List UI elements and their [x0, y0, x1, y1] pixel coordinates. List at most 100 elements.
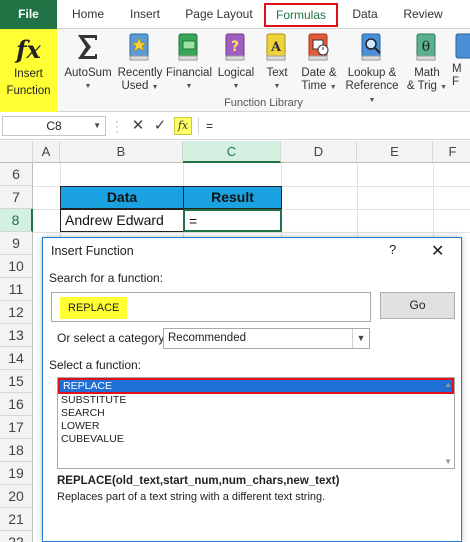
row-header[interactable]: 17: [0, 416, 33, 439]
column-header-b[interactable]: B: [60, 141, 183, 163]
lookup-reference-label-2: Reference: [345, 80, 399, 92]
tab-formulas[interactable]: Formulas: [264, 3, 338, 27]
category-label: Or select a category:: [57, 331, 168, 345]
logical-label: Logical: [217, 67, 255, 79]
chevron-down-icon[interactable]: ▼: [352, 329, 369, 348]
column-header-f[interactable]: F: [433, 141, 470, 163]
insert-function-button[interactable]: fx Insert Function: [0, 29, 57, 112]
row-header[interactable]: 18: [0, 439, 33, 462]
math-trig-label-1: Math: [414, 67, 440, 79]
row-header[interactable]: 19: [0, 462, 33, 485]
function-library-group-label: Function Library: [224, 97, 303, 109]
row-header[interactable]: 11: [0, 278, 33, 301]
cell-c8-active[interactable]: =: [183, 209, 282, 232]
row-header[interactable]: 20: [0, 485, 33, 508]
row-header[interactable]: 15: [0, 370, 33, 393]
row-header[interactable]: 9: [0, 232, 33, 255]
search-input-value: REPLACE: [60, 297, 128, 319]
autosum-button[interactable]: AutoSum ▼: [62, 31, 114, 93]
tab-page-layout[interactable]: Page Layout: [180, 0, 258, 29]
svg-text:A: A: [270, 40, 282, 55]
row-header[interactable]: 10: [0, 255, 33, 278]
row-header[interactable]: 6: [0, 163, 33, 186]
gridline: [33, 232, 470, 233]
lookup-reference-label-1: Lookup &: [347, 67, 397, 79]
tab-data[interactable]: Data: [344, 0, 386, 29]
search-label: Search for a function:: [49, 271, 164, 285]
row-header[interactable]: 12: [0, 301, 33, 324]
row-header[interactable]: 14: [0, 347, 33, 370]
cell-b8[interactable]: Andrew Edward: [60, 209, 184, 232]
row-header[interactable]: 7: [0, 186, 33, 209]
row-header[interactable]: 13: [0, 324, 33, 347]
list-item[interactable]: SEARCH: [58, 407, 454, 420]
tab-home[interactable]: Home: [62, 0, 114, 29]
scroll-up-icon[interactable]: ▲: [444, 380, 452, 389]
calendar-book-icon: [304, 31, 334, 63]
list-item[interactable]: LOWER: [58, 420, 454, 433]
search-input[interactable]: REPLACE: [51, 292, 371, 322]
name-box[interactable]: C8 ▼: [2, 116, 106, 136]
chevron-down-icon: ▼: [151, 84, 159, 91]
star-book-icon: [125, 31, 155, 63]
text-button[interactable]: A Text ▼: [260, 31, 294, 93]
row-header[interactable]: 8: [0, 209, 33, 232]
chevron-down-icon: ▼: [232, 83, 240, 90]
tab-insert[interactable]: Insert: [120, 0, 170, 29]
math-trig-label-2: & Trig: [406, 80, 437, 92]
category-select[interactable]: Recommended ▼: [163, 328, 370, 349]
row-header[interactable]: 21: [0, 508, 33, 531]
cancel-icon[interactable]: ✕: [130, 117, 146, 135]
list-item-selected[interactable]: REPLACE: [58, 378, 454, 394]
cell-c7-header[interactable]: Result: [183, 186, 282, 209]
svg-text:?: ?: [231, 39, 239, 55]
formula-input[interactable]: =: [198, 117, 466, 135]
cell-b7-header[interactable]: Data: [60, 186, 184, 209]
chevron-down-icon: ▼: [440, 84, 448, 91]
text-book-icon: A: [262, 31, 292, 63]
more-functions-button[interactable]: M F: [452, 31, 470, 89]
column-header-a[interactable]: A: [33, 141, 60, 163]
column-header-c[interactable]: C: [183, 141, 281, 163]
category-select-value: Recommended: [168, 332, 246, 344]
select-all-corner[interactable]: [0, 141, 33, 163]
date-time-label-1: Date &: [301, 67, 337, 79]
magnifier-book-icon: [357, 31, 387, 63]
enter-icon[interactable]: ✓: [152, 117, 168, 135]
insert-function-label-2: Function: [6, 85, 51, 97]
function-list[interactable]: REPLACE SUBSTITUTE SEARCH LOWER CUBEVALU…: [57, 377, 455, 469]
insert-function-fx-button[interactable]: fx: [174, 117, 192, 135]
column-header-e[interactable]: E: [357, 141, 433, 163]
insert-function-dialog: Insert Function ? ✕ Search for a functio…: [42, 237, 462, 542]
date-time-button[interactable]: Date & Time ▼: [296, 31, 342, 94]
list-item[interactable]: CUBEVALUE: [58, 433, 454, 446]
help-button[interactable]: ?: [389, 242, 396, 257]
select-function-label: Select a function:: [49, 358, 142, 372]
recently-used-label-2: Used: [121, 80, 149, 92]
scroll-down-icon[interactable]: ▼: [444, 457, 452, 466]
chevron-down-icon: ▼: [84, 83, 92, 90]
svg-text:θ: θ: [422, 39, 430, 55]
autosum-label: AutoSum: [64, 67, 112, 79]
logical-button[interactable]: ? Logical ▼: [214, 31, 258, 93]
close-button[interactable]: ✕: [431, 241, 444, 261]
list-item[interactable]: SUBSTITUTE: [58, 394, 454, 407]
sigma-icon: [73, 31, 103, 63]
go-button[interactable]: Go: [380, 292, 455, 319]
row-header[interactable]: 16: [0, 393, 33, 416]
math-trig-button[interactable]: θ Math & Trig ▼: [403, 31, 451, 94]
column-header-d[interactable]: D: [281, 141, 357, 163]
chevron-down-icon: ▼: [93, 121, 101, 130]
row-header[interactable]: 22: [0, 531, 33, 542]
lookup-reference-button[interactable]: Lookup & Reference ▼: [342, 31, 402, 107]
recently-used-label-1: Recently: [117, 67, 163, 79]
recently-used-button[interactable]: Recently Used ▼: [116, 31, 164, 94]
money-book-icon: [174, 31, 204, 63]
more-book-icon: [452, 31, 470, 63]
financial-button[interactable]: Financial ▼: [165, 31, 213, 93]
chevron-down-icon: ▼: [185, 83, 193, 90]
tab-review[interactable]: Review: [396, 0, 450, 29]
formula-bar: C8 ▼ ⋮ ✕ ✓ fx =: [0, 113, 470, 140]
tab-file[interactable]: File: [0, 0, 57, 29]
function-signature: REPLACE(old_text,start_num,num_chars,new…: [57, 475, 340, 487]
